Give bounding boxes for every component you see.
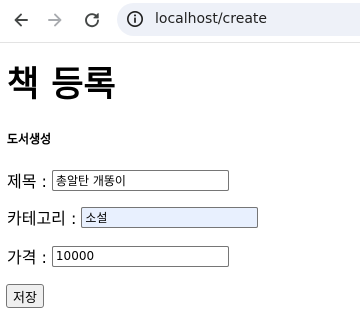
reload-button[interactable] (77, 5, 107, 35)
category-label: 카테고리 : (7, 209, 77, 228)
price-row: 가격 : (7, 244, 229, 268)
title-input[interactable] (51, 169, 229, 191)
title-row: 제목 : (7, 168, 229, 192)
reload-icon (85, 13, 99, 28)
price-label: 가격 : (7, 248, 47, 267)
info-circle-icon[interactable] (126, 10, 144, 28)
page-content: 책 등록 도서생성 제목 : 카테고리 : 가격 : 저장 (0, 43, 360, 316)
category-row: 카테고리 : (7, 205, 259, 229)
arrow-left-icon (14, 13, 28, 27)
page-title: 책 등록 (7, 65, 116, 105)
back-button[interactable] (6, 5, 36, 35)
browser-toolbar: localhost/create (0, 0, 360, 43)
arrow-right-icon (48, 13, 62, 27)
address-bar[interactable]: localhost/create (117, 3, 360, 36)
url-text[interactable]: localhost/create (155, 3, 267, 36)
forward-button[interactable] (40, 5, 70, 35)
title-label: 제목 : (7, 172, 47, 191)
price-input[interactable] (51, 245, 229, 267)
save-button[interactable]: 저장 (6, 284, 44, 308)
category-input[interactable] (81, 206, 259, 228)
page-subtitle: 도서생성 (7, 132, 52, 146)
